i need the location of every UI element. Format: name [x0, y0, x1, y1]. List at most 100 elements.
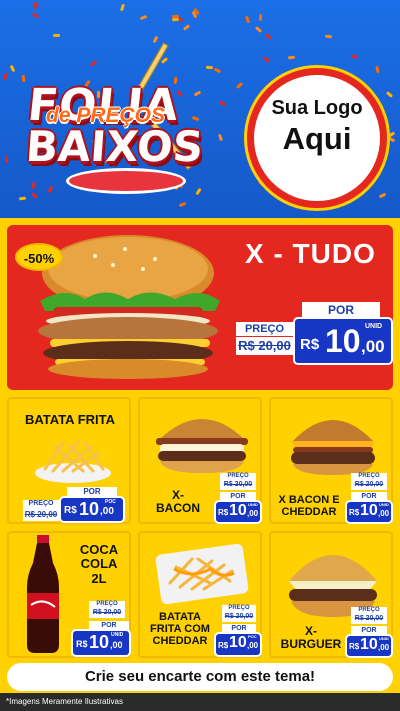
unit-label: POC	[248, 634, 257, 639]
price-label: PREÇO	[351, 607, 387, 615]
unit-label: UNID	[248, 502, 258, 507]
price-int: 10	[360, 636, 378, 653]
confetti-piece	[378, 192, 387, 199]
confetti-piece	[182, 24, 191, 31]
confetti-piece	[33, 1, 38, 10]
header-banner: FOLIA BAIXOS de PREÇOS Sua Logo Aqui	[0, 0, 400, 218]
cheddar-burger-image	[291, 420, 375, 475]
product-name: BATATA FRITA COM CHEDDAR	[150, 611, 210, 648]
drum-decoration	[66, 168, 186, 194]
confetti-piece	[387, 136, 396, 143]
price-dec: ,00	[378, 509, 390, 518]
price-label: PREÇO	[23, 500, 59, 510]
price-int: 10	[229, 502, 247, 519]
product-name: X- BACON	[156, 488, 200, 516]
title-baixos: BAIXOS	[24, 122, 205, 171]
hero-price-dec: ,00	[361, 337, 385, 356]
product-card[interactable]: X- BURGUER PREÇO R$ 20,00 POR R$ 10 ,00 …	[269, 531, 393, 658]
confetti-piece	[217, 133, 224, 142]
unit-label: UNID	[111, 632, 124, 638]
confetti-piece	[235, 81, 244, 90]
product-name: COCA COLA 2L	[79, 542, 119, 586]
por-label: POR	[222, 624, 256, 633]
product-card[interactable]: X BACON E CHEDDAR PREÇO R$ 20,00 POR R$ …	[269, 397, 393, 524]
product-name: X BACON E CHEDDAR	[278, 494, 340, 519]
old-price: R$ 20,00	[351, 481, 387, 490]
hero-por-label: POR	[302, 302, 380, 318]
product-card[interactable]: BATATA FRITA PREÇO R$ 20,00 POR R$ 10 ,0…	[7, 397, 131, 524]
price-int: 10	[89, 632, 110, 652]
hero-currency: R$	[300, 336, 320, 353]
price-label: PREÇO	[351, 473, 387, 481]
old-price: R$ 20,00	[222, 613, 256, 622]
folia-title-logo: FOLIA BAIXOS de PREÇOS	[18, 42, 218, 200]
price-int: 10	[229, 634, 247, 651]
discount-badge: -50%	[15, 243, 63, 271]
price-label: PREÇO	[220, 473, 256, 481]
confetti-piece	[264, 33, 273, 40]
product-card[interactable]: BATATA FRITA COM CHEDDAR PREÇO R$ 20,00 …	[138, 531, 262, 658]
product-card[interactable]: COCA COLA 2L PREÇO R$ 20,00 POR R$ 10 ,0…	[7, 531, 131, 658]
price-box: R$ 10 ,00 POC	[61, 498, 123, 521]
logo-text-line1: Sua Logo	[271, 97, 363, 119]
currency: R$	[349, 642, 360, 651]
por-label: POR	[351, 626, 387, 635]
price-dec: ,00	[247, 641, 259, 650]
product-name: BATATA FRITA	[24, 412, 115, 427]
confetti-piece	[171, 14, 180, 19]
hero-unit-label: UNID	[365, 323, 383, 330]
price-box: R$ 10 ,00 POC	[216, 634, 260, 655]
price-dec: ,00	[247, 509, 259, 518]
product-card[interactable]: X- BACON PREÇO R$ 20,00 POR R$ 10 ,00 UN…	[138, 397, 262, 524]
hero-old-price: R$ 20,00	[236, 337, 293, 355]
price-int: 10	[79, 499, 100, 519]
confetti-piece	[3, 72, 8, 81]
confetti-piece	[171, 17, 180, 22]
hero-price-int: 10	[325, 323, 361, 359]
price-box: R$ 10 ,00 UNID	[73, 631, 129, 655]
confetti-piece	[139, 14, 148, 21]
title-de-precos: de PREÇOS	[46, 104, 166, 127]
old-price: R$ 20,00	[23, 510, 59, 521]
confetti-piece	[350, 54, 359, 59]
cheddar-fries-image	[155, 543, 249, 605]
logo-text-line2: Aqui	[282, 121, 352, 156]
confetti-piece	[375, 65, 380, 74]
old-price: R$ 20,00	[351, 615, 387, 624]
price-box: R$ 10 ,00 UNID	[347, 502, 391, 522]
confetti-piece	[178, 201, 187, 208]
create-flyer-cta[interactable]: Crie seu encarte com este tema!	[7, 663, 393, 691]
currency: R$	[349, 508, 360, 517]
price-dec: ,00	[110, 640, 123, 650]
price-label: PREÇO	[89, 601, 125, 609]
confetti-piece	[254, 26, 263, 33]
fries-image	[35, 439, 111, 483]
confetti-piece	[385, 91, 394, 98]
unit-label: POC	[105, 499, 116, 505]
disclaimer-text: *Imagens Meramente Ilustrativas	[0, 693, 400, 711]
unit-label: UNID	[379, 502, 389, 507]
confetti-piece	[262, 56, 271, 63]
confetti-piece	[244, 15, 251, 24]
product-name: X- BURGUER	[280, 624, 342, 652]
por-label: POR	[89, 621, 129, 630]
confetti-piece	[53, 34, 60, 37]
price-dec: ,00	[100, 506, 114, 517]
price-box: R$ 10 ,00 UNID	[347, 636, 391, 656]
confetti-piece	[287, 55, 296, 60]
confetti-piece	[152, 35, 159, 44]
old-price: R$ 20,00	[89, 609, 125, 618]
hero-price-label: PREÇO	[236, 322, 293, 336]
currency: R$	[76, 639, 88, 649]
store-logo-placeholder[interactable]: Sua Logo Aqui	[247, 68, 387, 208]
currency: R$	[64, 505, 77, 516]
price-int: 10	[360, 502, 378, 519]
hero-product-card[interactable]: -50% X - TUDO PREÇO R$ 20,00 POR R$ 10 ,…	[7, 225, 393, 390]
confetti-piece	[31, 12, 40, 19]
old-price: R$ 20,00	[220, 481, 256, 490]
por-label: POR	[67, 487, 117, 497]
currency: R$	[218, 641, 229, 650]
hero-product-name: X - TUDO	[245, 238, 376, 269]
confetti-piece	[258, 13, 263, 22]
bacon-burger-image	[156, 419, 248, 473]
